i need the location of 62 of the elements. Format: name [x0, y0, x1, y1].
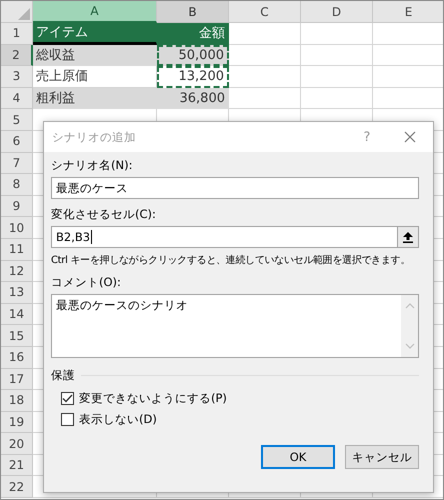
- row-header[interactable]: 22: [1, 476, 33, 498]
- row-header[interactable]: 7: [1, 152, 33, 174]
- group-label: 保護: [51, 368, 75, 383]
- empty-cell[interactable]: [301, 66, 373, 88]
- chevron-up-icon[interactable]: [404, 303, 414, 309]
- table-cell: 50,000: [157, 44, 229, 66]
- row-header[interactable]: 20: [1, 433, 33, 455]
- dialog-button[interactable]: キャンセル: [345, 445, 419, 469]
- table-cell: 総収益: [33, 44, 157, 66]
- comment-field[interactable]: 最悪のケースのシナリオ: [51, 294, 419, 358]
- empty-cell[interactable]: [301, 44, 373, 66]
- field-label: コメント(O):: [51, 275, 121, 290]
- triangle-icon: [18, 8, 30, 20]
- column-header[interactable]: E: [373, 1, 443, 23]
- table-cell: 粗利益: [33, 88, 157, 110]
- table-cell: 13,200: [157, 66, 229, 88]
- row-header[interactable]: 17: [1, 368, 33, 390]
- row-header[interactable]: 14: [1, 304, 33, 326]
- column-header[interactable]: B: [157, 1, 229, 23]
- row-header[interactable]: 3: [1, 66, 33, 88]
- checkbox[interactable]: [61, 392, 74, 405]
- select-all-corner[interactable]: [1, 1, 33, 23]
- close-icon[interactable]: [404, 131, 416, 143]
- row-header[interactable]: 6: [1, 130, 33, 153]
- checkbox[interactable]: [61, 413, 74, 426]
- table-cell: 36,800: [157, 88, 229, 110]
- row-header[interactable]: 13: [1, 282, 33, 304]
- checkbox-label: 表示しない(D): [79, 412, 157, 427]
- row-header[interactable]: 4: [1, 88, 33, 110]
- field-label: 変化させるセル(C):: [51, 207, 156, 222]
- column-header[interactable]: A: [33, 1, 157, 23]
- empty-cell[interactable]: [301, 88, 373, 110]
- row-header[interactable]: 21: [1, 454, 33, 476]
- table-cell: 売上原価: [33, 66, 157, 88]
- table-cell: 金額: [157, 23, 229, 45]
- table-cell: アイテム: [33, 23, 157, 45]
- row-header[interactable]: 15: [1, 325, 33, 347]
- row-header[interactable]: 2: [1, 44, 33, 66]
- column-header[interactable]: D: [301, 1, 373, 23]
- dialog-title: シナリオの追加: [52, 130, 137, 144]
- row-header[interactable]: 9: [1, 196, 33, 218]
- empty-cell[interactable]: [301, 23, 373, 45]
- hint-text: Ctrl キーを押しながらクリックすると、連続していないセル範囲を選択できます。: [51, 254, 410, 267]
- changing-cells-field[interactable]: B2,B3: [51, 226, 419, 248]
- row-header[interactable]: 8: [1, 174, 33, 196]
- checkbox-label: 変更できないようにする(P): [79, 391, 227, 406]
- up-arrow-icon[interactable]: [403, 232, 413, 242]
- chevron-down-icon[interactable]: [404, 343, 414, 349]
- scrollbar[interactable]: [401, 295, 418, 357]
- collapse-button[interactable]: [397, 227, 418, 247]
- row-header[interactable]: 18: [1, 390, 33, 412]
- row-header[interactable]: 1: [1, 23, 33, 45]
- dialog-button[interactable]: OK: [261, 445, 335, 469]
- column-header[interactable]: C: [229, 1, 301, 23]
- row-header[interactable]: 11: [1, 238, 33, 261]
- row-header[interactable]: 16: [1, 346, 33, 368]
- row-header[interactable]: 12: [1, 260, 33, 282]
- scenario-name-field[interactable]: 最悪のケース: [51, 177, 419, 199]
- field-label: シナリオ名(N):: [51, 158, 132, 173]
- row-header[interactable]: 5: [1, 109, 33, 131]
- row-header[interactable]: 19: [1, 412, 33, 434]
- row-header[interactable]: 10: [1, 217, 33, 239]
